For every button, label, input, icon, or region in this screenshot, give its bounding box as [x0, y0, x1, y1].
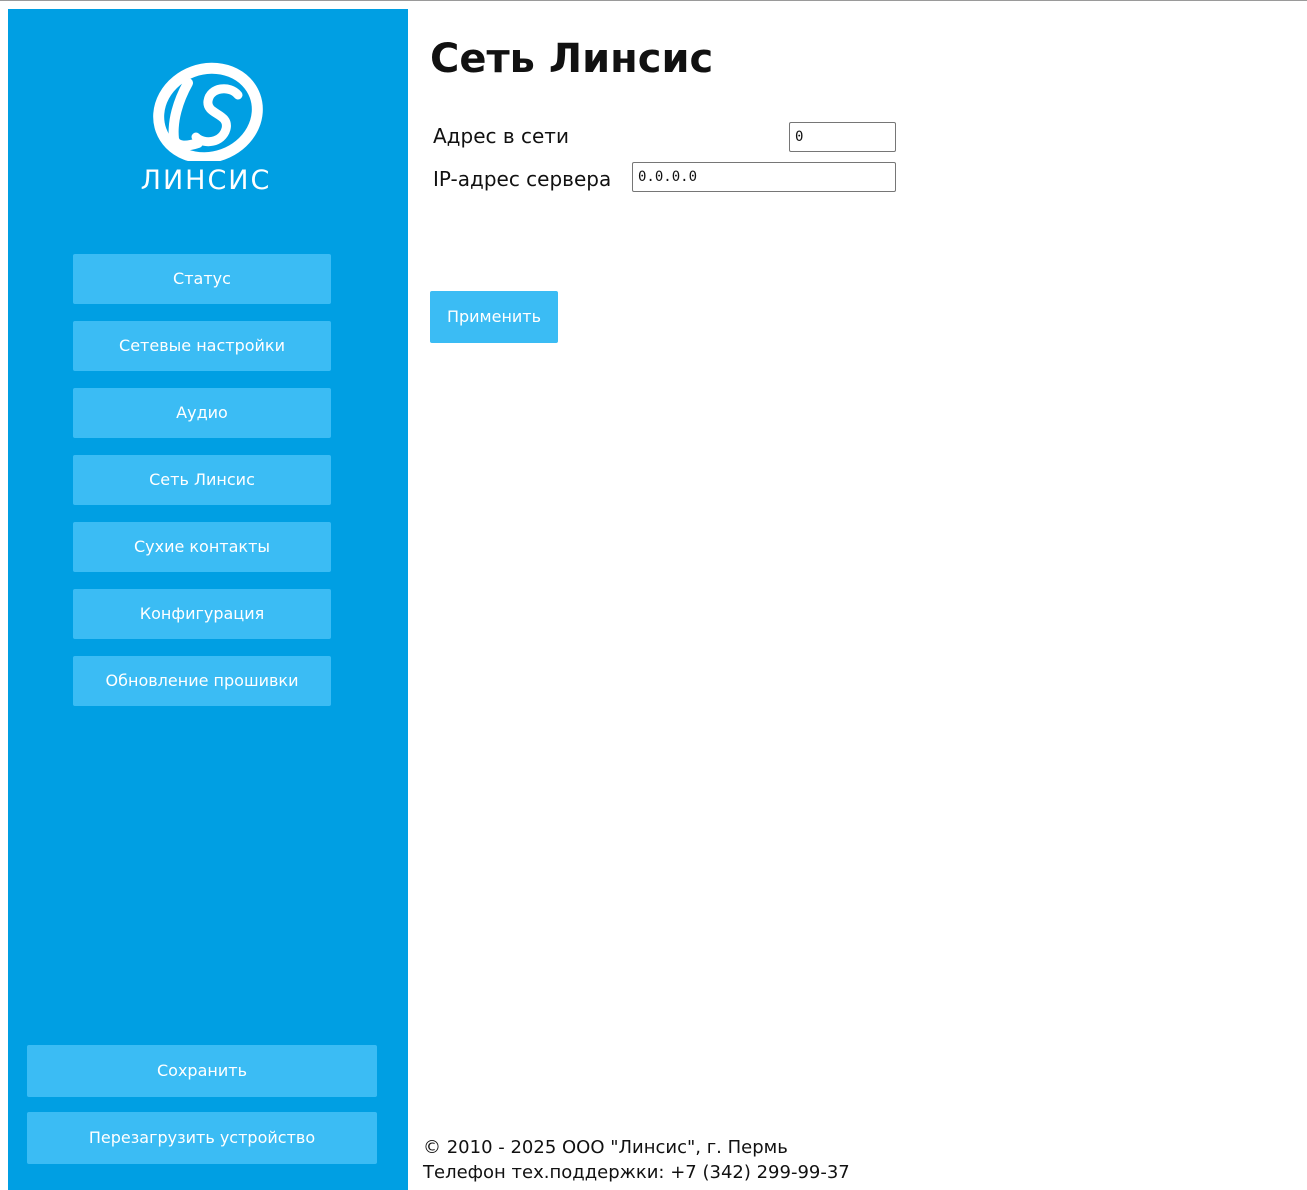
- server-ip-input[interactable]: [632, 162, 896, 192]
- network-address-label: Адрес в сети: [433, 124, 569, 148]
- page-frame: ЛИНСИС Статус Сетевые настройки Аудио Се…: [0, 0, 1307, 1190]
- support-phone-text: Телефон тех.поддержки: +7 (342) 299-99-3…: [423, 1162, 850, 1183]
- linsis-logo-mark: [153, 62, 263, 164]
- sidebar-item-firmware-update[interactable]: Обновление прошивки: [73, 656, 331, 706]
- page-title: Сеть Линсис: [430, 36, 714, 82]
- network-address-input[interactable]: [789, 122, 896, 152]
- server-ip-label: IP-адрес сервера: [433, 167, 612, 191]
- apply-button[interactable]: Применить: [430, 291, 558, 343]
- logo-wordmark: ЛИНСИС: [140, 165, 272, 196]
- sidebar-item-status[interactable]: Статус: [73, 254, 331, 304]
- sidebar-item-dry-contacts[interactable]: Сухие контакты: [73, 522, 331, 572]
- save-button[interactable]: Сохранить: [27, 1045, 377, 1097]
- sidebar-item-configuration[interactable]: Конфигурация: [73, 589, 331, 639]
- sidebar-item-audio[interactable]: Аудио: [73, 388, 331, 438]
- sidebar-item-network-settings[interactable]: Сетевые настройки: [73, 321, 331, 371]
- sidebar: ЛИНСИС Статус Сетевые настройки Аудио Се…: [8, 9, 408, 1190]
- copyright-text: © 2010 - 2025 ООО "Линсис", г. Пермь: [423, 1137, 788, 1158]
- footer: © 2010 - 2025 ООО "Линсис", г. Пермь Тел…: [423, 1135, 850, 1185]
- sidebar-item-linsis-network[interactable]: Сеть Линсис: [73, 455, 331, 505]
- linsis-logo: ЛИНСИС: [126, 61, 286, 211]
- reboot-device-button[interactable]: Перезагрузить устройство: [27, 1112, 377, 1164]
